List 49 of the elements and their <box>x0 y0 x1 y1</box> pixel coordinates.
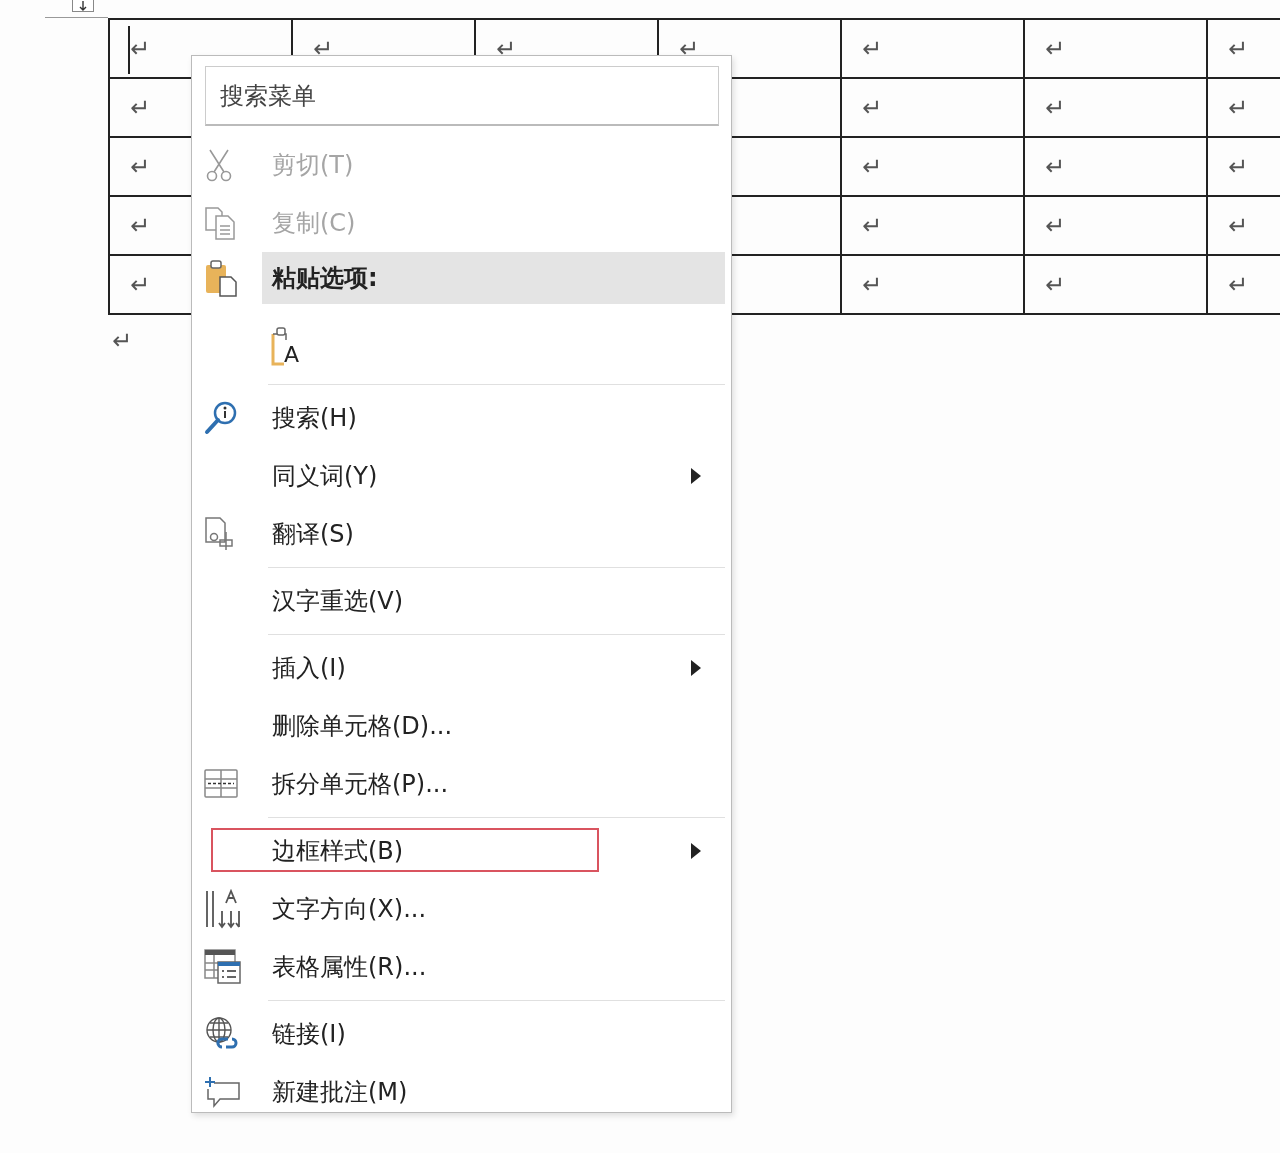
paragraph-mark: ↵ <box>130 36 151 61</box>
paragraph-mark: ↵ <box>1228 95 1249 120</box>
menu-item[interactable]: 拆分单元格(P)... <box>262 764 457 804</box>
paragraph-mark: ↵ <box>130 95 151 120</box>
menu-item[interactable]: 同义词(Y) <box>262 456 386 496</box>
menu-item[interactable]: 翻译(S) <box>262 514 362 554</box>
copy-icon <box>204 206 236 240</box>
menu-item[interactable]: 边框样式(B) <box>262 831 412 871</box>
keep-text-only-button[interactable]: A <box>270 318 300 366</box>
paragraph-mark: ↵ <box>1228 36 1249 61</box>
menu-item[interactable]: 搜索(H) <box>262 398 365 438</box>
menu-item[interactable]: 插入(I) <box>262 648 354 688</box>
paragraph-mark: ↵ <box>1228 213 1249 238</box>
paragraph-mark: ↵ <box>1045 95 1066 120</box>
paragraph-mark: ↵ <box>1045 272 1066 297</box>
paragraph-mark: ↵ <box>1045 154 1066 179</box>
paragraph-mark: ↵ <box>679 36 700 61</box>
paste-options-header: 粘贴选项: <box>262 252 725 304</box>
clipboard-icon <box>204 259 238 297</box>
text-direction-icon <box>204 889 242 929</box>
paragraph-mark: ↵ <box>1228 154 1249 179</box>
paragraph-mark: ↵ <box>1045 213 1066 238</box>
menu-item[interactable]: 表格属性(R)... <box>262 947 435 987</box>
paragraph-mark: ↵ <box>130 154 151 179</box>
paragraph-mark: ↵ <box>862 36 883 61</box>
menu-item[interactable]: 删除单元格(D)... <box>262 706 461 746</box>
paragraph-mark: ↵ <box>130 272 151 297</box>
paragraph-mark: ↵ <box>130 213 151 238</box>
paragraph-mark: ↵ <box>862 154 883 179</box>
table-properties-icon <box>204 949 242 985</box>
menu-item[interactable]: 汉字重选(V) <box>262 581 412 621</box>
paragraph-mark: ↵ <box>862 95 883 120</box>
table-grid-icon <box>204 769 238 799</box>
scissors-icon <box>204 148 234 182</box>
paragraph-mark: ↵ <box>313 36 334 61</box>
search-field[interactable]: 搜索菜单 <box>205 66 719 126</box>
paragraph-mark: ↵ <box>1045 36 1066 61</box>
paragraph-mark: ↵ <box>862 213 883 238</box>
paragraph-mark: ↵ <box>496 36 517 61</box>
menu-item[interactable]: 链接(I) <box>262 1014 354 1054</box>
search-icon <box>204 401 238 435</box>
paragraph-mark: ↵ <box>1228 272 1249 297</box>
new-comment-icon <box>204 1075 242 1109</box>
menu-item[interactable]: 文字方向(X)... <box>262 889 435 929</box>
globe-link-icon <box>204 1016 240 1052</box>
table-move-handle[interactable] <box>72 0 94 12</box>
paragraph-mark: ↵ <box>862 272 883 297</box>
menu-item[interactable]: 新建批注(M) <box>262 1072 416 1112</box>
paragraph-mark: ↵ <box>112 329 133 353</box>
